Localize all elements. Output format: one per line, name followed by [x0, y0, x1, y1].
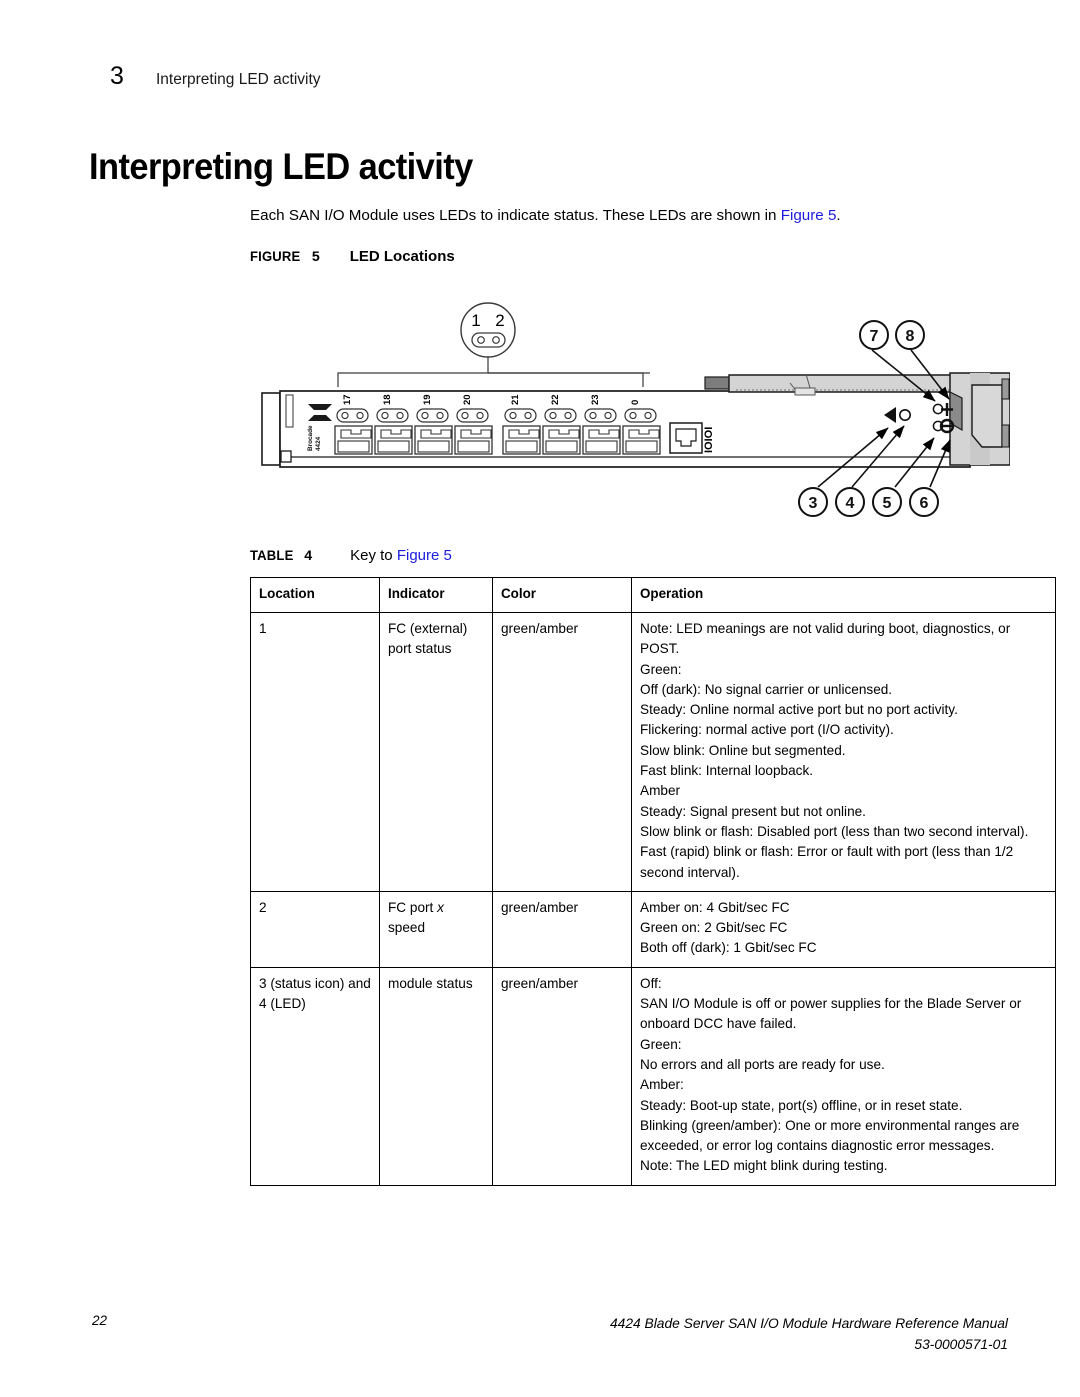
operation-line: Off: — [640, 975, 662, 991]
operation-line: Steady: Boot-up state, port(s) offline, … — [640, 1097, 963, 1113]
indicator-prefix: FC port — [388, 899, 438, 915]
table-caption: TABLE 4 Key to Figure 5 — [250, 547, 452, 564]
svg-text:19: 19 — [422, 394, 433, 405]
figure-5-cross-reference-link[interactable]: Figure 5 — [781, 207, 837, 224]
table-header-row: Location Indicator Color Operation — [250, 577, 1056, 613]
cell-color: green/amber — [492, 612, 632, 892]
document-page: 3 Interpreting LED activity Interpreting… — [0, 0, 1080, 1397]
table-caption-title-text: Key to — [350, 547, 397, 564]
operation-line: Steady: Signal present but not online. — [640, 803, 866, 819]
svg-text:0: 0 — [630, 400, 641, 405]
column-header-indicator: Indicator — [379, 577, 493, 613]
model-label: 4424 — [315, 436, 322, 451]
svg-text:7: 7 — [870, 328, 879, 345]
operation-line: Fast (rapid) blink or flash: Error or fa… — [640, 844, 1014, 880]
operation-line: Slow blink: Online but segmented. — [640, 742, 846, 758]
operation-line: Green: — [640, 1036, 682, 1052]
running-header: 3 Interpreting LED activity — [110, 62, 321, 91]
callout-bubble-1-2: 1 2 — [460, 302, 516, 373]
operation-line: Slow blink or flash: Disabled port (less… — [640, 823, 1029, 839]
footer-document-info: 4424 Blade Server SAN I/O Module Hardwar… — [610, 1313, 1008, 1355]
brand-label: Brocade — [307, 425, 314, 451]
intro-text-before: Each SAN I/O Module uses LEDs to indicat… — [250, 207, 781, 224]
page-title: Interpreting LED activity — [89, 146, 473, 187]
indicator-variable: x — [437, 899, 444, 915]
footer-doc-number: 53-0000571-01 — [914, 1337, 1008, 1352]
svg-text:17: 17 — [342, 394, 353, 405]
column-header-color: Color — [492, 577, 632, 613]
cell-location: 2 — [250, 890, 380, 968]
footer-page-number: 22 — [92, 1313, 108, 1328]
figure-caption-number: 5 — [311, 249, 320, 265]
operation-line: Green on: 2 Gbit/sec FC — [640, 920, 788, 936]
operation-line: No errors and all ports are ready for us… — [640, 1056, 885, 1072]
table-caption-title: Key to Figure 5 — [350, 547, 452, 564]
cell-operation: Off: SAN I/O Module is off or power supp… — [631, 966, 1056, 1186]
svg-text:6: 6 — [920, 495, 929, 512]
svg-text:22: 22 — [550, 394, 561, 405]
cell-indicator: FC (external) port status — [379, 612, 493, 892]
figure-caption: FIGURE 5 LED Locations — [250, 248, 455, 265]
svg-text:3: 3 — [809, 495, 818, 512]
svg-text:2: 2 — [495, 311, 504, 330]
svg-text:23: 23 — [590, 394, 601, 405]
operation-line: Flickering: normal active port (I/O acti… — [640, 722, 894, 738]
svg-text:18: 18 — [382, 394, 393, 405]
cell-color: green/amber — [492, 890, 632, 968]
led-locations-figure: 1 2 Brocade 4424 17 18 19 20 21 22 23 0 … — [250, 295, 1010, 535]
figure-caption-title: LED Locations — [349, 248, 455, 265]
column-header-location: Location — [250, 577, 380, 613]
operation-line: Note: LED meanings are not valid during … — [640, 621, 1011, 657]
table-row: 3 (status icon) and 4 (LED) module statu… — [250, 966, 1056, 1186]
intro-text-after: . — [836, 207, 841, 224]
cell-location: 3 (status icon) and 4 (LED) — [250, 966, 380, 1186]
table-row: 1 FC (external) port status green/amber … — [250, 612, 1056, 892]
cell-operation: Note: LED meanings are not valid during … — [631, 612, 1056, 892]
operation-line: Amber: — [640, 1077, 684, 1093]
operation-line: Amber on: 4 Gbit/sec FC — [640, 899, 790, 915]
cell-operation: Amber on: 4 Gbit/sec FC Green on: 2 Gbit… — [631, 890, 1056, 968]
serial-console-port — [669, 422, 703, 454]
table-row: 2 FC port x speed green/amber Amber on: … — [250, 890, 1056, 968]
table-caption-label: TABLE — [250, 548, 294, 564]
module-right-block — [949, 372, 1010, 466]
svg-text:8: 8 — [906, 328, 915, 345]
svg-text:1: 1 — [471, 311, 480, 330]
cell-indicator: module status — [379, 966, 493, 1186]
intro-paragraph: Each SAN I/O Module uses LEDs to indicat… — [250, 206, 1010, 226]
column-header-operation: Operation — [631, 577, 1056, 613]
operation-line: SAN I/O Module is off or power supplies … — [640, 996, 1022, 1032]
operation-line: Both off (dark): 1 Gbit/sec FC — [640, 940, 817, 956]
operation-line: Green: — [640, 661, 682, 677]
cell-color: green/amber — [492, 966, 632, 1186]
led-key-table: Location Indicator Color Operation 1 FC … — [250, 577, 1056, 1186]
footer-manual-title: 4424 Blade Server SAN I/O Module Hardwar… — [609, 1316, 1008, 1331]
operation-line: Note: The LED might blink during testing… — [640, 1158, 888, 1174]
svg-text:4: 4 — [846, 495, 855, 512]
indicator-suffix: speed — [388, 920, 426, 936]
running-header-chapter-number: 3 — [110, 62, 124, 90]
table-caption-figure-link[interactable]: Figure 5 — [397, 547, 452, 564]
serial-port-label: IOIOI — [703, 427, 715, 453]
operation-line: Amber — [640, 783, 681, 799]
svg-text:21: 21 — [510, 394, 521, 405]
figure-caption-label: FIGURE — [250, 249, 301, 265]
operation-line: Steady: Online normal active port but no… — [640, 702, 958, 718]
table-caption-number: 4 — [304, 548, 313, 564]
operation-line: Fast blink: Internal loopback. — [640, 763, 814, 779]
led-span-bracket — [337, 372, 650, 387]
operation-line: Blinking (green/amber): One or more envi… — [640, 1117, 1020, 1154]
svg-text:5: 5 — [883, 495, 892, 512]
svg-text:20: 20 — [462, 394, 473, 405]
running-header-title: Interpreting LED activity — [156, 71, 321, 88]
operation-line: Off (dark): No signal carrier or unlicen… — [640, 681, 893, 697]
cell-location: 1 — [250, 612, 380, 892]
cell-indicator: FC port x speed — [379, 890, 493, 968]
